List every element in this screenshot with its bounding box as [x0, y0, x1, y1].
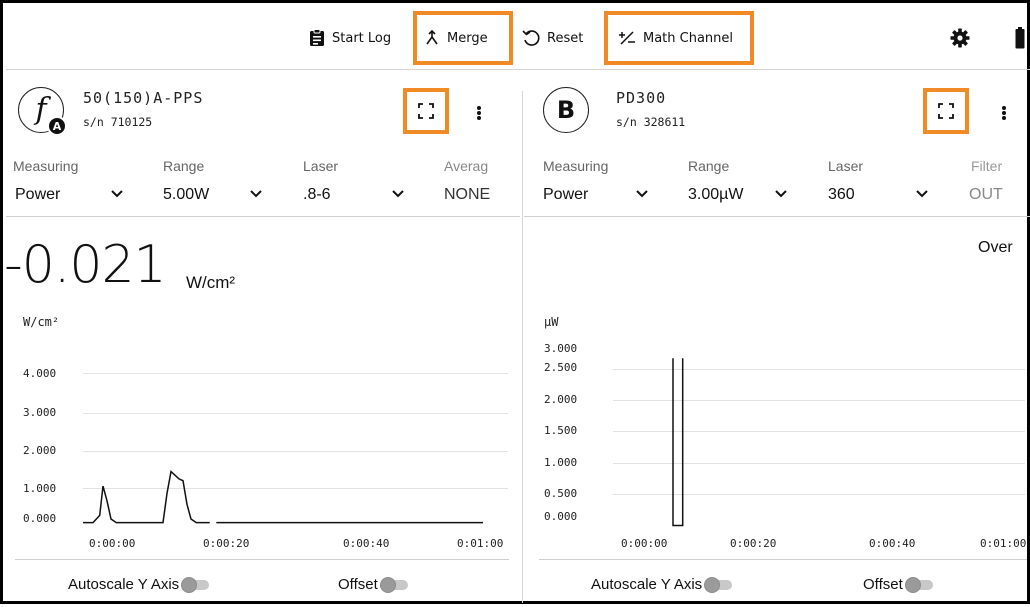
- x-tick-label: 0:01:00: [980, 537, 1027, 550]
- offset-control: Offset: [863, 576, 935, 593]
- x-tick-label: 0:00:00: [621, 537, 668, 550]
- offset-toggle[interactable]: [904, 576, 935, 593]
- autoscale-toggle[interactable]: [704, 576, 734, 593]
- bottom-separator: [539, 559, 1027, 560]
- series-line-0: [672, 358, 684, 527]
- chart-b-plot: [672, 358, 684, 527]
- x-tick-label: 0:00:40: [869, 537, 916, 550]
- x-tick-label: 0:00:20: [730, 537, 777, 550]
- app-window: Start Log Merge Reset Math Channel f A 5…: [0, 0, 1030, 604]
- autoscale-label: Autoscale Y Axis: [591, 576, 703, 593]
- autoscale-control: Autoscale Y Axis: [591, 576, 734, 593]
- offset-label: Offset: [863, 576, 903, 593]
